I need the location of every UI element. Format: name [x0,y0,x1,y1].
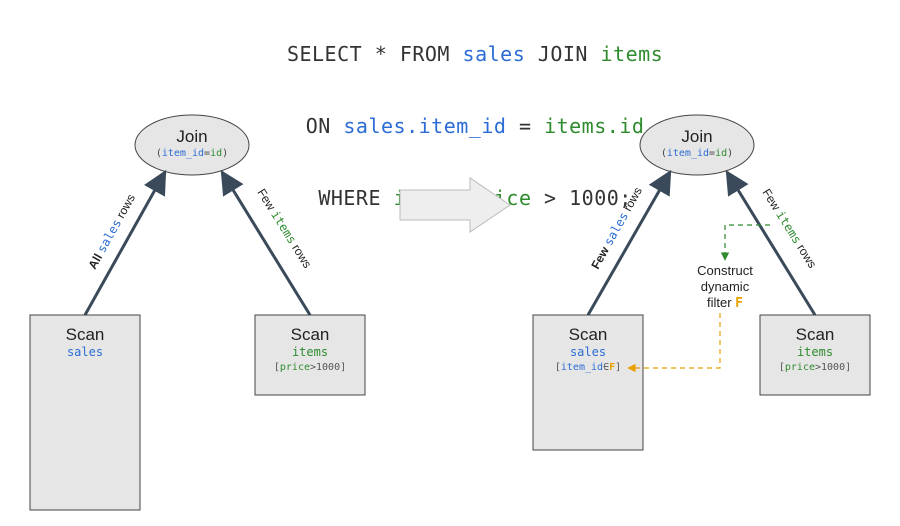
left-scan-items-predicate: [price>1000] [274,362,346,373]
right-scan-items-title: Scan [796,325,835,344]
query-plan-diagram: Join (item_id=id) Scan sales Scan items … [0,0,900,526]
left-join-title: Join [176,127,207,146]
dynamic-filter-label-1: Construct [697,263,753,278]
right-plan: Join (item_id=id) Scan sales [item_id∈F]… [533,115,870,450]
right-scan-sales-title: Scan [569,325,608,344]
right-join-predicate: (item_id=id) [661,148,733,159]
right-edge-items-label: Few items rows [759,186,819,270]
before-after-arrow [400,178,510,232]
left-plan: Join (item_id=id) Scan sales Scan items … [30,115,365,510]
left-scan-sales-title: Scan [66,325,105,344]
dynamic-filter-label-3: filter F [707,295,743,311]
right-scan-sales-predicate: [item_id∈F] [555,362,621,373]
dynamic-filter-label-2: dynamic [701,279,750,294]
right-scan-sales-table: sales [570,345,606,359]
left-join-predicate: (item_id=id) [156,148,228,159]
right-join-title: Join [681,127,712,146]
left-scan-sales-table: sales [67,345,103,359]
left-scan-items-table: items [292,345,328,359]
right-scan-items-predicate: [price>1000] [779,362,851,373]
right-scan-items-table: items [797,345,833,359]
left-scan-items-title: Scan [291,325,330,344]
left-edge-items-label: Few items rows [254,186,314,270]
arrow-right-icon [400,178,510,232]
